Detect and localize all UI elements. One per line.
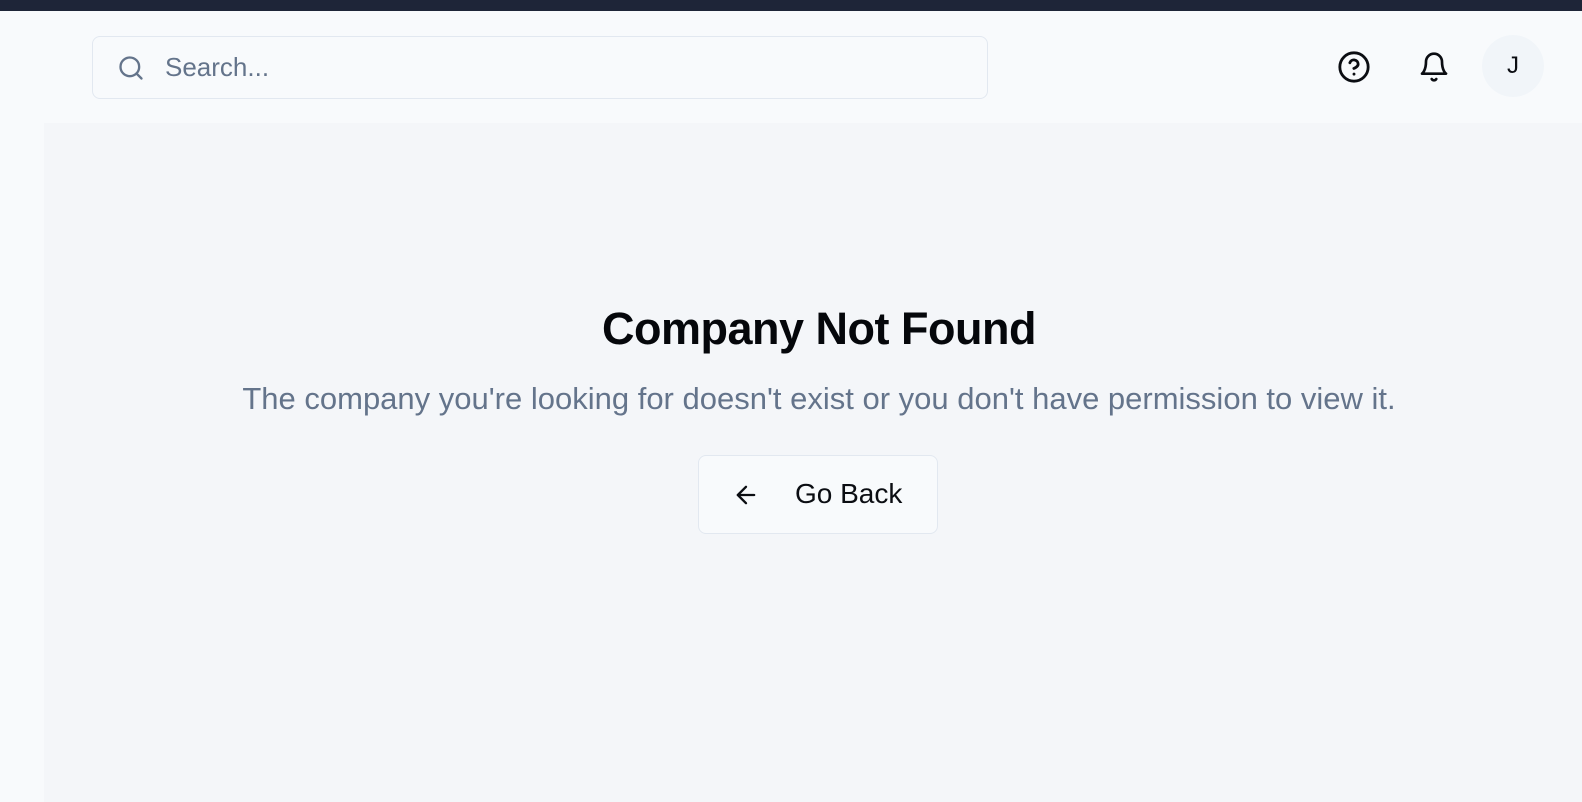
bell-icon [1420,52,1448,82]
search-box[interactable] [92,36,988,99]
notifications-button[interactable] [1412,45,1456,89]
window-top-bar [0,0,1582,11]
top-header: J [0,11,1582,123]
main-content: Company Not Found The company you're loo… [44,123,1582,802]
help-circle-icon [1338,51,1370,83]
go-back-button[interactable]: Go Back [698,455,938,534]
search-icon [119,56,143,80]
error-description: The company you're looking for doesn't e… [242,381,1396,416]
go-back-label: Go Back [795,478,903,509]
avatar-initial: J [1507,52,1519,79]
arrow-left-icon [736,485,756,505]
page-title: Company Not Found [602,303,1036,354]
search-input[interactable] [165,37,965,98]
help-button[interactable] [1332,45,1376,89]
user-avatar[interactable]: J [1482,35,1544,97]
